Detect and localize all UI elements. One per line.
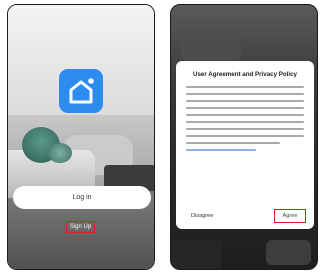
policy-link[interactable]: [186, 149, 256, 151]
home-icon: [59, 69, 103, 113]
disagree-button[interactable]: Disagree: [191, 213, 213, 219]
background-plant-small: [48, 143, 72, 163]
text-line: [186, 128, 304, 130]
phone-agreement-screen: User Agreement and Privacy Policy Disagr…: [170, 4, 318, 270]
signup-button[interactable]: Sign Up: [66, 221, 95, 233]
text-line: [186, 121, 304, 123]
agreement-text: [186, 86, 304, 151]
text-line: [186, 142, 281, 144]
text-line: [186, 135, 304, 137]
login-button[interactable]: Log in: [13, 186, 151, 209]
text-line: [186, 93, 304, 95]
dimmed-shape: [266, 240, 311, 265]
text-line: [186, 114, 304, 116]
phone-login-screen: Log in Sign Up: [7, 4, 155, 270]
text-line: [186, 100, 304, 102]
text-line: [186, 86, 304, 88]
agreement-dialog: User Agreement and Privacy Policy Disagr…: [176, 61, 314, 229]
agree-button[interactable]: Agree: [274, 209, 306, 223]
dialog-title: User Agreement and Privacy Policy: [193, 71, 297, 78]
text-line: [186, 107, 304, 109]
dimmed-shape: [171, 240, 221, 269]
dimmed-shape: [181, 35, 241, 60]
